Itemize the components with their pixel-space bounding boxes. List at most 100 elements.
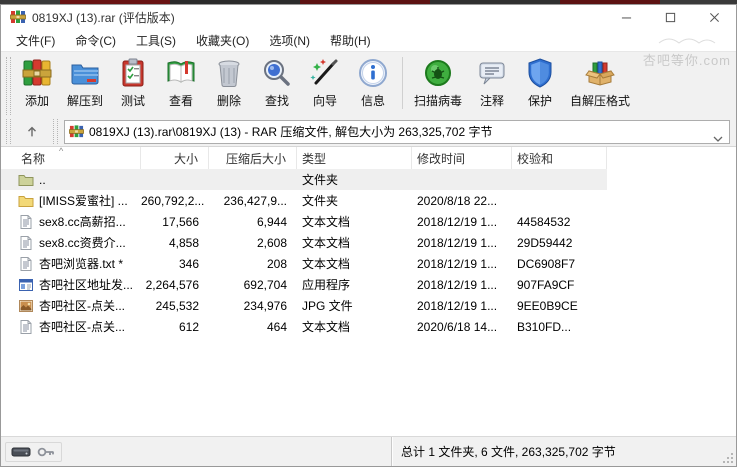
file-row-0[interactable]: .. 文件夹 <box>1 169 607 190</box>
toolbar-button-wizard-wand[interactable]: 向导 <box>301 55 349 111</box>
drive-icon[interactable] <box>11 446 31 458</box>
toolbar-button-label: 注释 <box>480 94 505 108</box>
toolbar-button-comment[interactable]: 注释 <box>468 55 516 111</box>
menu-item-5[interactable]: 选项(N) <box>259 29 320 52</box>
cell-packed: 208 <box>266 256 287 271</box>
column-header-1[interactable]: 大小 <box>141 147 209 169</box>
minimize-button[interactable] <box>604 5 648 29</box>
column-header-0[interactable]: 名称 ^ <box>1 146 141 169</box>
file-row-1[interactable]: [IMISS爱蜜社] ... 260,792,2... 236,427,9... 文件… <box>1 190 607 211</box>
toolbar-button-label: 解压到 <box>67 94 104 108</box>
toolbar-button-sfx-box[interactable]: 自解压格式 <box>564 55 636 111</box>
cell-type: 文本文档 <box>302 236 351 250</box>
archive-path-combobox[interactable]: 0819XJ (13).rar\0819XJ (13) - RAR 压缩文件, … <box>64 119 730 144</box>
menu-item-2[interactable]: 命令(C) <box>65 29 126 52</box>
toolbar-button-label: 扫描病毒 <box>414 94 463 108</box>
maximize-button[interactable] <box>648 5 692 29</box>
cell-name: .. <box>1 172 141 188</box>
key-icon[interactable] <box>36 446 56 458</box>
cell-type: 应用程序 <box>302 278 351 292</box>
file-row-2[interactable]: sex8.cc高薪招... 17,566 6,944 文本文档 2018/12/19 1… <box>1 211 607 232</box>
folder-up-icon <box>18 172 34 188</box>
cell-name: sex8.cc高薪招... <box>1 213 141 230</box>
file-row-7[interactable]: 杏吧社区-点关... 612 464 文本文档 2020/6/18 14... B310F… <box>1 316 607 337</box>
chevron-down-icon[interactable] <box>713 129 723 142</box>
toolbar-button-delete-trash[interactable]: 删除 <box>205 55 253 111</box>
menu-item-6[interactable]: 帮助(H) <box>320 29 381 52</box>
combobox-gripper[interactable] <box>53 119 58 144</box>
file-name: 杏吧浏览器.txt * <box>39 257 124 271</box>
file-row-5[interactable]: 杏吧社区地址发... 2,264,576 692,704 应用程序 2018/12/19… <box>1 274 607 295</box>
toolbar: 添加 解压到 测试 查看 删除 查找 向导 信息 扫描病毒 注释 保护 自解压格式 <box>1 51 736 117</box>
file-name: sex8.cc高薪招... <box>39 215 126 229</box>
cell-type: JPG 文件 <box>302 299 353 313</box>
column-header-3[interactable]: 类型 <box>297 147 412 169</box>
column-header-label: 修改时间 <box>417 151 466 166</box>
cell-packed: 692,704 <box>243 277 287 292</box>
exe-icon <box>18 277 34 293</box>
file-list: .. 文件夹 [IMISS爱蜜社] ... 260,792,2... 236,427,9… <box>1 169 736 436</box>
toolbar-button-label: 测试 <box>121 94 146 108</box>
column-header-label: 大小 <box>173 151 198 166</box>
cell-size: 2,264,576 <box>145 277 199 292</box>
file-list-header: 名称 ^ 大小 压缩后大小 类型 修改时间 校验和 <box>1 146 736 169</box>
column-header-4[interactable]: 修改时间 <box>412 147 512 169</box>
column-header-label: 校验和 <box>517 151 554 166</box>
cell-checksum: B310FD... <box>517 319 572 334</box>
toolbar-button-scan-virus[interactable]: 扫描病毒 <box>408 55 468 111</box>
toolbar-button-extract-folder[interactable]: 解压到 <box>61 55 109 111</box>
file-name: .. <box>39 172 46 187</box>
file-name: 杏吧社区地址发... <box>39 278 134 292</box>
toolbar-button-protect-shield[interactable]: 保护 <box>516 55 564 111</box>
cell-type: 文本文档 <box>302 215 351 229</box>
add-books-icon <box>21 57 53 89</box>
file-row-6[interactable]: 杏吧社区-点关... 245,532 234,976 JPG 文件 2018/12/19… <box>1 295 607 316</box>
toolbar-button-label: 查看 <box>169 94 194 108</box>
cell-modified: 2020/8/18 22... <box>417 193 498 208</box>
cell-size: 346 <box>178 256 199 271</box>
file-name: [IMISS爱蜜社] ... <box>39 194 128 208</box>
file-name: sex8.cc资费介... <box>39 236 126 250</box>
file-row-3[interactable]: sex8.cc资费介... 4,858 2,608 文本文档 2018/12/19 1.… <box>1 232 607 253</box>
toolbar-gripper[interactable] <box>6 57 11 115</box>
toolbar-separator <box>402 57 404 109</box>
jpg-icon <box>18 298 34 314</box>
text-file-icon <box>18 214 34 230</box>
column-header-label: 压缩后大小 <box>225 151 286 166</box>
cell-modified: 2018/12/19 1... <box>417 235 498 250</box>
toolbar-button-info[interactable]: 信息 <box>349 55 397 111</box>
file-row-4[interactable]: 杏吧浏览器.txt * 346 208 文本文档 2018/12/19 1... DC69… <box>1 253 607 274</box>
cell-checksum: 29D59442 <box>517 235 573 250</box>
menu-item-1[interactable]: 文件(F) <box>6 29 65 52</box>
close-button[interactable] <box>692 5 736 29</box>
status-bar: 总计 1 文件夹, 6 文件, 263,325,702 字节 <box>1 436 736 466</box>
toolbar-button-find-magnifier[interactable]: 查找 <box>253 55 301 111</box>
folder-icon <box>18 193 34 209</box>
toolbar-button-label: 自解压格式 <box>570 94 631 108</box>
text-file-icon <box>18 319 34 335</box>
column-header-5[interactable]: 校验和 <box>512 147 607 169</box>
toolbar-button-view-book[interactable]: 查看 <box>157 55 205 111</box>
cell-size: 17,566 <box>162 214 199 229</box>
cell-packed: 2,608 <box>256 235 287 250</box>
window-controls <box>604 5 736 29</box>
total-summary-text: 总计 1 文件夹, 6 文件, 263,325,702 字节 <box>401 445 616 459</box>
up-directory-button[interactable] <box>13 120 51 144</box>
rar-archive-icon <box>69 124 84 139</box>
toolbar-button-add-books[interactable]: 添加 <box>13 55 61 111</box>
menu-item-4[interactable]: 收藏夹(O) <box>186 29 259 52</box>
winrar-window: 0819XJ (13).rar (评估版本) 杏吧等你.com 文件(F) 命令(… <box>0 4 737 467</box>
toolbar-button-label: 删除 <box>217 94 242 108</box>
wizard-wand-icon <box>309 57 341 89</box>
addressbar-gripper[interactable] <box>6 119 11 144</box>
cell-packed: 6,944 <box>256 214 287 229</box>
menu-item-3[interactable]: 工具(S) <box>126 29 186 52</box>
comment-icon <box>476 57 508 89</box>
column-header-label: 类型 <box>302 151 327 166</box>
find-magnifier-icon <box>261 57 293 89</box>
resize-grip-icon[interactable] <box>722 452 734 464</box>
column-header-2[interactable]: 压缩后大小 <box>209 147 297 169</box>
file-name: 杏吧社区-点关... <box>39 320 125 334</box>
delete-trash-icon <box>213 57 245 89</box>
toolbar-button-test-clipboard[interactable]: 测试 <box>109 55 157 111</box>
